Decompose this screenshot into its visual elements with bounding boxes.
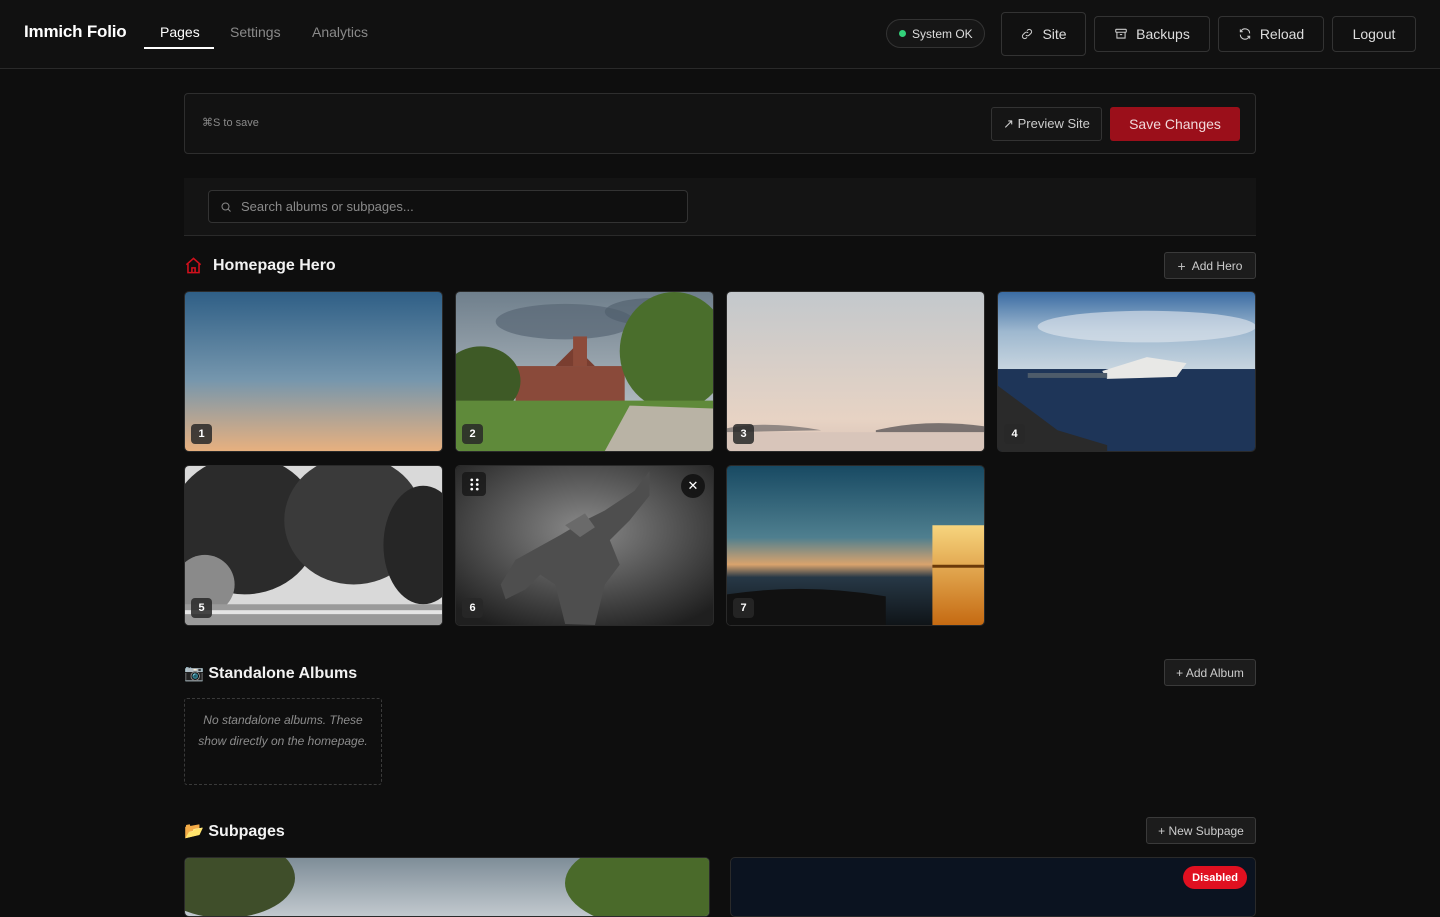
hero-tile-4[interactable]: 4 [997,291,1256,452]
hero-section-title: Homepage Hero [184,256,336,275]
hero-image-3 [727,292,984,451]
remove-hero-button[interactable]: ✕ [681,474,705,498]
app-title: Immich Folio [24,22,127,41]
hero-tile-7[interactable]: 7 [726,465,985,626]
subpage-cover-1 [185,858,709,916]
grip-icon [469,478,479,490]
add-hero-label: Add Hero [1191,258,1243,273]
hero-order-badge: 3 [733,424,754,444]
hero-title-text: Homepage Hero [213,256,336,274]
add-album-button[interactable]: + Add Album [1164,659,1256,686]
hero-tile-2[interactable]: 2 [455,291,714,452]
archive-icon [1115,28,1127,39]
hero-image-6 [456,466,713,625]
hero-image-7 [727,466,984,625]
status-dot-icon [899,30,906,37]
backups-button-label: Backups [1136,26,1190,42]
tab-analytics[interactable]: Analytics [312,24,368,40]
logout-button[interactable]: Logout [1332,16,1416,52]
logout-button-label: Logout [1352,26,1396,42]
hero-image-4 [998,292,1255,451]
subpage-card-2[interactable]: Disabled [730,857,1256,917]
status-text: System OK [912,26,973,41]
save-shortcut-hint: ⌘S to save [202,117,259,129]
subpage-card-1[interactable] [184,857,710,917]
hero-image-5 [185,466,442,625]
refresh-icon [1239,28,1251,40]
search-input[interactable] [241,191,681,222]
active-tab-indicator [144,47,214,49]
tab-settings[interactable]: Settings [230,24,281,40]
status-badge: System OK [886,19,985,48]
hero-order-badge: 2 [462,424,483,444]
backups-button[interactable]: Backups [1094,16,1210,52]
add-hero-button[interactable]: + Add Hero [1164,252,1256,279]
search-field[interactable] [208,190,688,223]
save-bar: ⌘S to save ↗ Preview Site Save Changes [184,93,1256,154]
hero-tile-6[interactable]: ✕ 6 [455,465,714,626]
hero-order-badge: 7 [733,598,754,618]
new-subpage-button[interactable]: + New Subpage [1146,817,1256,844]
hero-tile-5[interactable]: 5 [184,465,443,626]
site-button-label: Site [1042,26,1067,42]
reload-button[interactable]: Reload [1218,16,1324,52]
save-changes-button[interactable]: Save Changes [1110,107,1240,141]
albums-section-title: 📷 Standalone Albums [184,665,358,682]
site-button[interactable]: Site [1001,12,1086,56]
search-bar [184,178,1256,236]
subpages-section-title: 📂 Subpages [184,823,285,840]
hero-image-2 [456,292,713,451]
link-icon [1022,28,1033,40]
hero-order-badge: 6 [462,598,483,618]
disabled-badge: Disabled [1183,866,1247,889]
hero-order-badge: 5 [191,598,212,618]
hero-order-badge: 1 [191,424,212,444]
preview-site-button[interactable]: ↗ Preview Site [991,107,1102,141]
home-icon [185,257,202,274]
albums-empty-state: No standalone albums. These show directl… [184,698,382,785]
top-bar: Immich Folio Pages Settings Analytics Sy… [0,0,1440,69]
hero-tile-3[interactable]: 3 [726,291,985,452]
hero-image-1 [185,292,442,451]
hero-tile-1[interactable]: 1 [184,291,443,452]
plus-icon: + [1177,257,1186,274]
drag-handle-icon[interactable] [462,472,486,496]
reload-button-label: Reload [1259,26,1305,42]
search-icon [221,202,231,212]
tab-pages[interactable]: Pages [160,24,200,40]
hero-order-badge: 4 [1004,424,1025,444]
